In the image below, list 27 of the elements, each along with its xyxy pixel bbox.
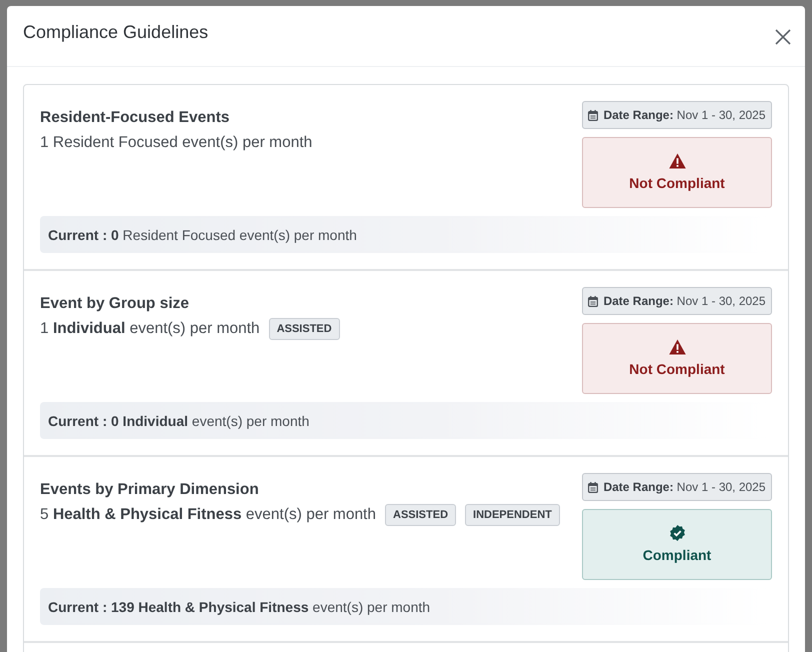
requirement-text: 1 Resident Focused event(s) per month <box>40 133 312 153</box>
current-count-text: Current : 0 Individual event(s) per month <box>48 412 310 428</box>
calendar-icon <box>588 482 598 492</box>
check-badge-icon <box>668 525 686 541</box>
calendar-icon <box>588 110 598 120</box>
current-count-text: Current : 139 Health & Physical Fitness event(s) per month <box>48 598 430 614</box>
status-label: Not Compliant <box>629 174 725 192</box>
calendar-icon <box>588 296 598 306</box>
status-label: Not Compliant <box>629 360 725 378</box>
close-icon <box>775 29 791 45</box>
dialog-title: Compliance Guidelines <box>23 22 208 42</box>
date-range-text: Date Range: Nov 1 - 30, 2025 <box>603 108 766 122</box>
warning-icon <box>668 153 686 169</box>
support-tag: INDEPENDENT <box>465 504 560 526</box>
guideline-title: Events by Primary Dimension <box>40 480 260 500</box>
close-button[interactable] <box>775 29 791 45</box>
guideline-title: Event by Group size <box>40 294 190 314</box>
requirement-text: 5 Health & Physical Fitness event(s) per month <box>40 505 376 525</box>
warning-icon <box>668 339 686 355</box>
guideline-title: Resident-Focused Events <box>40 108 230 128</box>
support-tag: ASSISTED <box>385 504 456 526</box>
current-count-text: Current : 0 Resident Focused event(s) per month <box>48 226 357 242</box>
date-range-text: Date Range: Nov 1 - 30, 2025 <box>603 294 766 308</box>
date-range-text: Date Range: Nov 1 - 30, 2025 <box>603 480 766 494</box>
requirement-text: 1 Individual event(s) per month <box>40 319 260 339</box>
support-tag: ASSISTED <box>268 318 340 340</box>
status-label: Compliant <box>642 546 712 564</box>
